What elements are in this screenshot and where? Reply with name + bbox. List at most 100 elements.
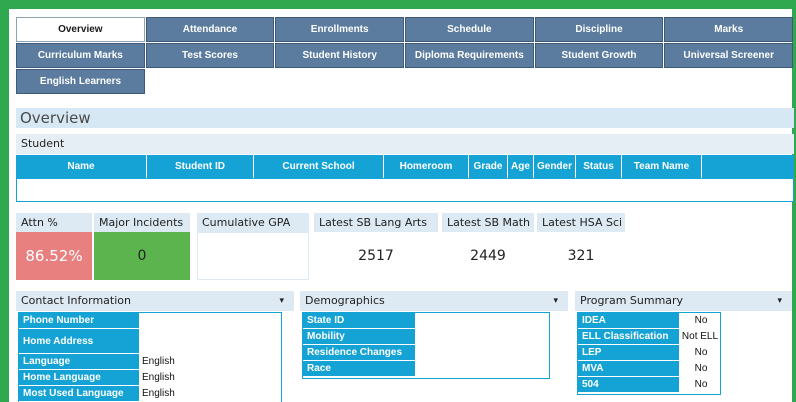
tile-hsa-sci-label: Latest HSA Sci <box>537 213 625 232</box>
program-row: MVA No <box>578 361 720 377</box>
contact-row: Language English <box>19 354 281 370</box>
tab-diploma-requirements[interactable]: Diploma Requirements <box>405 43 534 68</box>
tab-discipline[interactable]: Discipline <box>534 17 664 42</box>
contact-table: Phone Number Home Address Language Engli… <box>18 312 282 402</box>
program-row: LEP No <box>578 345 720 361</box>
demographics-row: Residence Changes <box>303 345 549 361</box>
program-row: IDEA No <box>578 313 720 329</box>
page-title: Overview <box>16 108 794 128</box>
program-table: IDEA No ELL Classification Not ELL LEP N… <box>577 312 721 395</box>
contact-value-most-used-language: English <box>142 388 175 399</box>
demographics-panel-header[interactable]: Demographics ▾ <box>300 291 568 311</box>
chevron-down-icon[interactable]: ▾ <box>279 291 284 311</box>
program-row: ELL Classification Not ELL <box>578 329 720 345</box>
demographics-value-residence-changes <box>415 345 418 360</box>
contact-panel-header[interactable]: Contact Information ▾ <box>16 291 294 311</box>
demographics-key-race: Race <box>303 361 415 376</box>
program-key-ell-classification: ELL Classification <box>578 329 679 344</box>
contact-value-language: English <box>142 356 175 367</box>
contact-panel-title: Contact Information <box>21 294 131 307</box>
tile-attendance: Attn % 86.52% <box>16 213 92 280</box>
contact-row: Most Used Language English <box>19 386 281 402</box>
column-header-current-school[interactable]: Current School <box>254 155 384 178</box>
program-row: 504 No <box>578 377 720 393</box>
tab-curriculum-marks[interactable]: Curriculum Marks <box>16 43 145 68</box>
demographics-table: State ID Mobility Residence Changes Race <box>302 312 550 379</box>
program-panel: Program Summary ▾ IDEA No ELL Classifica… <box>575 291 792 402</box>
tab-enrollments[interactable]: Enrollments <box>275 17 405 42</box>
tile-hsa-sci-value: 321 <box>567 248 595 264</box>
program-panel-title: Program Summary <box>580 294 684 307</box>
tile-major-incidents-value: 0 <box>94 232 190 280</box>
demographics-key-residence-changes: Residence Changes <box>303 345 415 360</box>
contact-key-phone: Phone Number <box>19 313 139 328</box>
demographics-row: Mobility <box>303 329 549 345</box>
tab-english-learners[interactable]: English Learners <box>16 69 145 94</box>
column-header-gender[interactable]: Gender <box>534 155 576 178</box>
tab-row-3: English Learners <box>16 69 794 95</box>
program-value-ell-classification: Not ELL <box>681 331 719 342</box>
contact-key-language: Language <box>19 354 139 369</box>
demographics-value-state-id <box>415 313 418 328</box>
program-value-lep: No <box>694 347 708 358</box>
contact-row: Phone Number <box>19 313 281 329</box>
tile-sb-lang-arts-label: Latest SB Lang Arts <box>314 213 438 232</box>
tab-attendance[interactable]: Attendance <box>145 17 275 42</box>
contact-key-address: Home Address <box>19 329 139 353</box>
tile-hsa-sci: Latest HSA Sci 321 <box>537 213 625 280</box>
tab-test-scores[interactable]: Test Scores <box>145 43 275 68</box>
tab-universal-screener[interactable]: Universal Screener <box>664 43 794 68</box>
program-panel-header[interactable]: Program Summary ▾ <box>575 291 792 311</box>
tab-student-growth[interactable]: Student Growth <box>534 43 664 68</box>
tab-schedule[interactable]: Schedule <box>405 17 534 42</box>
tab-bar: Overview Attendance Enrollments Schedule… <box>16 17 794 95</box>
tile-sb-math-label: Latest SB Math <box>442 213 534 232</box>
student-table-header: Name Student ID Current School Homeroom … <box>16 155 794 178</box>
tile-sb-math: Latest SB Math 2449 <box>442 213 534 280</box>
demographics-panel: Demographics ▾ State ID Mobility Residen… <box>300 291 568 391</box>
column-header-grade[interactable]: Grade <box>469 155 508 178</box>
tile-major-incidents-label: Major Incidents <box>94 213 190 232</box>
student-table: Name Student ID Current School Homeroom … <box>16 155 794 202</box>
program-key-idea: IDEA <box>578 313 679 328</box>
program-value-mva: No <box>694 363 708 374</box>
contact-row: Home Language English <box>19 370 281 386</box>
tile-major-incidents: Major Incidents 0 <box>94 213 190 280</box>
program-key-lep: LEP <box>578 345 679 360</box>
tab-row-2: Curriculum Marks Test Scores Student His… <box>16 43 794 69</box>
demographics-key-state-id: State ID <box>303 313 415 328</box>
column-header-homeroom[interactable]: Homeroom <box>384 155 469 178</box>
column-header-student-id[interactable]: Student ID <box>147 155 254 178</box>
program-key-mva: MVA <box>578 361 679 376</box>
contact-key-most-used-language: Most Used Language <box>19 386 139 401</box>
tab-row-1: Overview Attendance Enrollments Schedule… <box>16 17 794 43</box>
contact-value-phone <box>139 313 142 328</box>
chevron-down-icon[interactable]: ▾ <box>553 291 558 311</box>
tab-overview[interactable]: Overview <box>16 17 145 42</box>
demographics-value-mobility <box>415 329 418 344</box>
program-key-504: 504 <box>578 377 679 392</box>
tab-marks[interactable]: Marks <box>664 17 794 42</box>
demographics-panel-title: Demographics <box>305 294 385 307</box>
program-value-idea: No <box>694 315 708 326</box>
contact-key-home-language: Home Language <box>19 370 139 385</box>
demographics-value-race <box>415 361 418 376</box>
tile-attendance-value: 86.52% <box>16 232 92 280</box>
column-header-team-name[interactable]: Team Name <box>622 155 702 178</box>
chevron-down-icon[interactable]: ▾ <box>777 291 782 311</box>
column-header-name[interactable]: Name <box>16 155 147 178</box>
contact-panel: Contact Information ▾ Phone Number Home … <box>16 291 294 402</box>
contact-value-home-language: English <box>142 372 175 383</box>
student-table-row[interactable] <box>16 178 794 202</box>
tile-sb-lang-arts-value: 2517 <box>358 248 394 264</box>
column-header-status[interactable]: Status <box>576 155 622 178</box>
demographics-key-mobility: Mobility <box>303 329 415 344</box>
program-value-504: No <box>694 379 708 390</box>
tile-cumulative-gpa-value <box>197 232 309 280</box>
tile-cumulative-gpa-label: Cumulative GPA <box>197 213 309 232</box>
contact-row: Home Address <box>19 329 281 354</box>
column-header-age[interactable]: Age <box>508 155 534 178</box>
demographics-row: State ID <box>303 313 549 329</box>
tab-student-history[interactable]: Student History <box>275 43 405 68</box>
student-section-header: Student <box>16 134 794 154</box>
